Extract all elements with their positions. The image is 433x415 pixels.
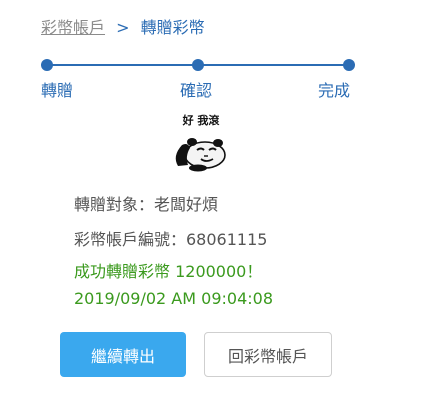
step-label-confirm: 確認 — [180, 81, 213, 100]
recipient-text: 轉贈對象：老闆好煩 — [74, 195, 219, 214]
panda-meme-sticker: 好 我滾 — [175, 113, 226, 172]
step-dot-confirm — [192, 59, 204, 71]
progress-stepper: 轉贈 確認 完成 — [0, 55, 433, 105]
breadcrumb-separator: > — [116, 18, 130, 37]
continue-transfer-button[interactable]: 繼續轉出 — [60, 332, 186, 377]
back-to-account-button[interactable]: 回彩幣帳戶 — [204, 332, 332, 377]
transaction-timestamp: 2019/09/02 AM 09:04:08 — [74, 289, 273, 308]
step-label-complete: 完成 — [318, 81, 351, 100]
step-dot-transfer — [41, 59, 53, 71]
step-label-transfer: 轉贈 — [41, 81, 74, 100]
breadcrumb: 彩幣帳戶 > 轉贈彩幣 — [41, 14, 205, 38]
success-message: 成功轉贈彩幣 1200000！ — [74, 262, 263, 281]
step-dot-complete — [343, 59, 355, 71]
breadcrumb-current: 轉贈彩幣 — [140, 18, 205, 37]
sticker-caption: 好 我滾 — [182, 113, 221, 127]
account-number-text: 彩幣帳戶編號：68061115 — [74, 230, 268, 249]
breadcrumb-parent-link[interactable]: 彩幣帳戶 — [41, 18, 105, 37]
